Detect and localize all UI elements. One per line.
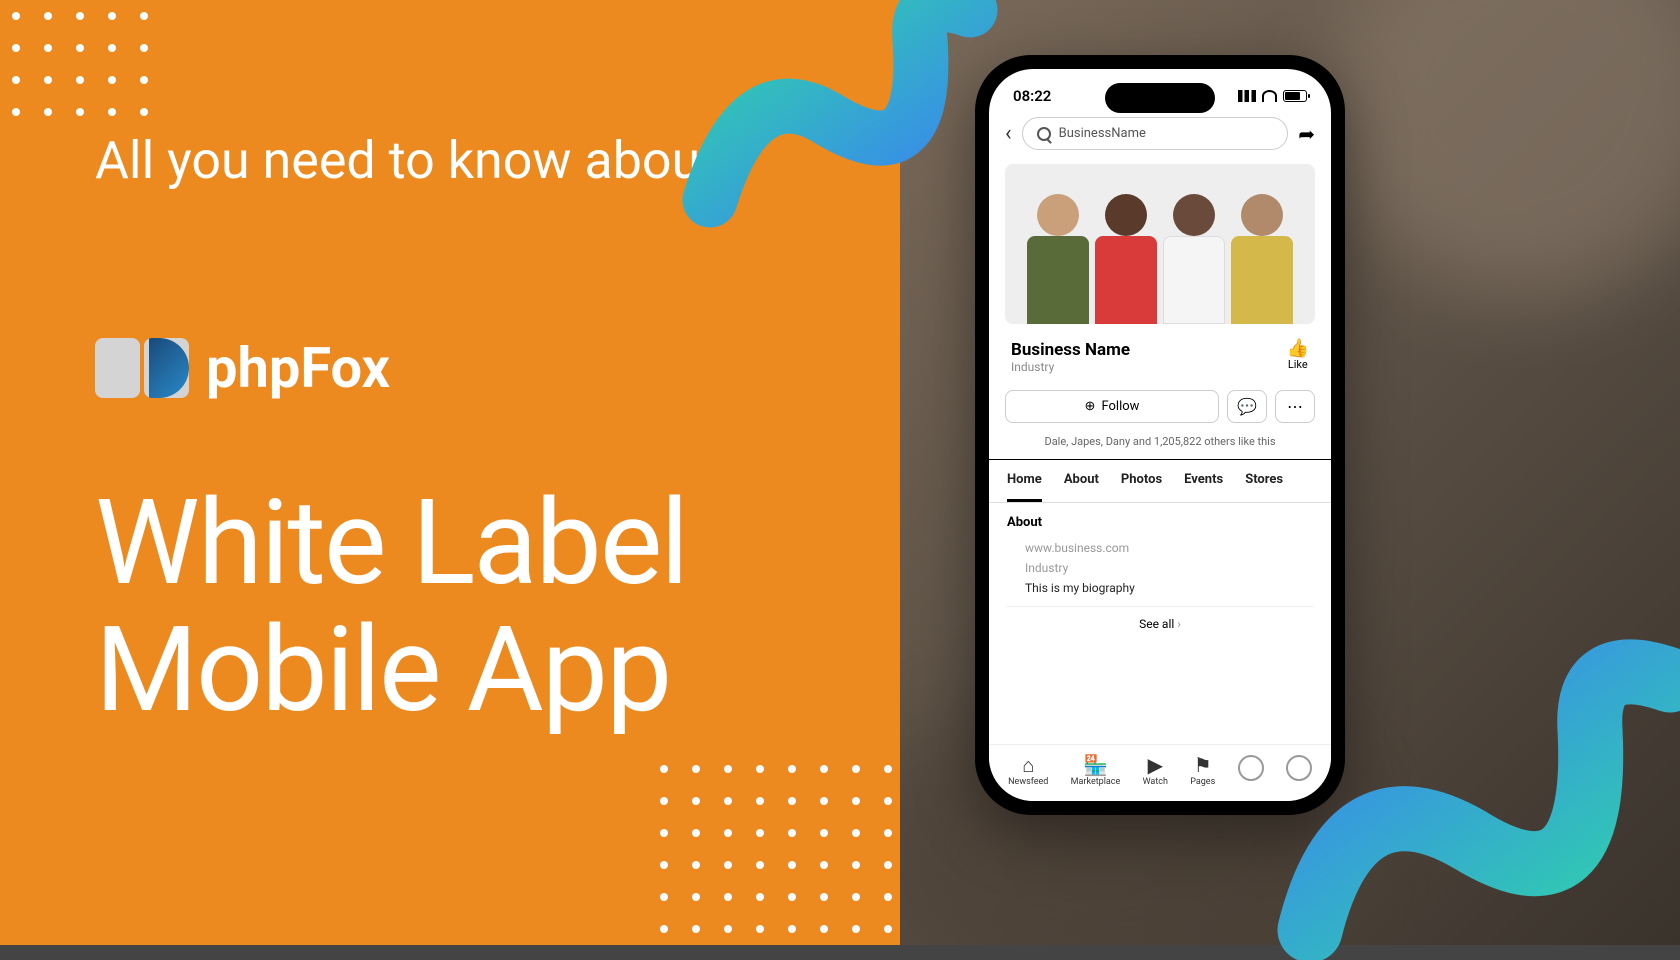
store-icon: 🏪 [1083, 755, 1108, 775]
share-icon[interactable]: ➦ [1298, 122, 1315, 146]
search-field[interactable]: BusinessName [1022, 117, 1289, 150]
profile-cover [1005, 164, 1315, 324]
tv-icon: ▶ [1148, 755, 1163, 775]
nav-label: Watch [1143, 777, 1168, 787]
nav-label: Newsfeed [1008, 777, 1048, 787]
tab-stores[interactable]: Stores [1245, 460, 1283, 502]
title-line-1: White Label [95, 480, 687, 607]
top-squiggle-decoration [680, 0, 1000, 250]
about-heading: About [1007, 515, 1313, 530]
follow-plus-icon: ⊕ [1085, 399, 1096, 414]
top-left-dots [12, 12, 148, 116]
logo-text: phpFox [206, 335, 390, 401]
subtitle-text: All you need to know about [95, 130, 717, 192]
search-text: BusinessName [1059, 126, 1146, 141]
message-button[interactable]: 💬 [1227, 390, 1267, 423]
profile-tabs: Home About Photos Events Stores [989, 459, 1331, 503]
bottom-squiggle-decoration [1270, 620, 1680, 960]
like-label: Like [1287, 358, 1309, 371]
bottom-right-dots [660, 765, 924, 933]
about-url: www.business.com [1007, 538, 1313, 558]
action-row: ⊕ Follow 💬 ⋯ [989, 384, 1331, 429]
about-bio: This is my biography [1007, 578, 1313, 598]
follow-label: Follow [1101, 399, 1139, 414]
nav-marketplace[interactable]: 🏪 Marketplace [1071, 755, 1121, 787]
nav-pages[interactable]: ⚑ Pages [1190, 755, 1215, 787]
more-button[interactable]: ⋯ [1275, 390, 1315, 423]
thumbs-up-icon: 👍 [1287, 340, 1309, 358]
tab-about[interactable]: About [1064, 460, 1099, 502]
like-button[interactable]: 👍 Like [1287, 340, 1309, 374]
logo: phpFox [95, 335, 390, 401]
about-industry: Industry [1007, 558, 1313, 578]
phone-notch [1105, 83, 1215, 113]
tab-home[interactable]: Home [1007, 460, 1042, 502]
wifi-icon [1262, 90, 1277, 102]
status-indicators [1238, 87, 1307, 105]
banner: All you need to know about phpFox White … [0, 0, 1680, 945]
chat-icon: 💬 [1237, 397, 1257, 416]
flag-icon: ⚑ [1194, 755, 1212, 775]
see-all-button[interactable]: See all [1007, 606, 1313, 641]
follow-button[interactable]: ⊕ Follow [1005, 390, 1219, 423]
nav-circle-1[interactable] [1238, 755, 1264, 787]
logo-icon [95, 338, 190, 398]
business-name: Business Name [1011, 340, 1130, 360]
home-icon: ⌂ [1022, 755, 1034, 775]
tab-photos[interactable]: Photos [1121, 460, 1162, 502]
search-icon [1037, 127, 1051, 141]
business-industry: Industry [1011, 360, 1130, 374]
likers-text: Dale, Japes, Dany and 1,205,822 others l… [989, 429, 1331, 459]
nav-label: Pages [1190, 777, 1215, 787]
signal-icon [1238, 90, 1256, 102]
top-bar: ‹ BusinessName ➦ [989, 109, 1331, 158]
battery-icon [1283, 90, 1307, 102]
nav-label: Marketplace [1071, 777, 1121, 787]
nav-newsfeed[interactable]: ⌂ Newsfeed [1008, 755, 1048, 787]
main-title: White Label Mobile App [95, 480, 687, 735]
tab-events[interactable]: Events [1184, 460, 1223, 502]
nav-watch[interactable]: ▶ Watch [1143, 755, 1168, 787]
more-icon: ⋯ [1287, 397, 1303, 416]
circle-icon [1238, 755, 1264, 781]
status-time: 08:22 [1013, 87, 1051, 105]
business-header: Business Name Industry 👍 Like [989, 330, 1331, 384]
title-line-2: Mobile App [95, 607, 687, 734]
back-icon[interactable]: ‹ [1005, 121, 1012, 146]
